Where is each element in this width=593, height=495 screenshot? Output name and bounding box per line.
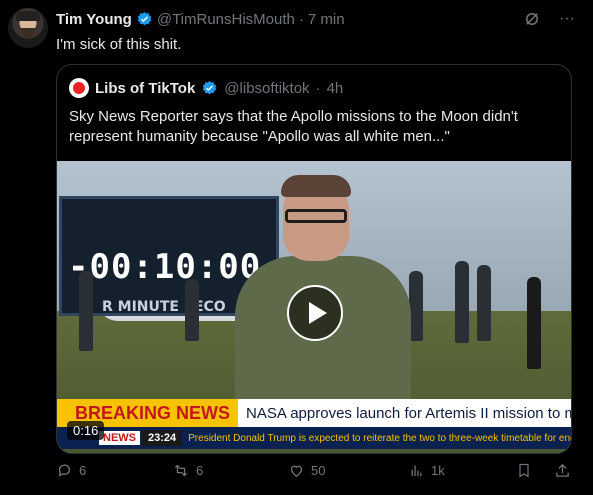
reply-icon <box>58 464 71 477</box>
repost-button[interactable]: 6 <box>172 462 203 479</box>
background-person <box>79 271 93 351</box>
more-icon[interactable]: ··· <box>559 10 575 28</box>
like-button[interactable]: 50 <box>288 462 325 479</box>
countdown-board-label: R MINUTE SECO <box>102 299 226 315</box>
bookmark-button[interactable] <box>516 462 532 479</box>
play-icon <box>308 302 327 324</box>
background-person <box>185 279 199 341</box>
tweet-top-icons: ··· <box>523 10 575 28</box>
separator-dot: · <box>298 10 304 28</box>
author-handle[interactable]: @TimRunsHisMouth <box>157 11 295 28</box>
verified-badge-icon <box>203 80 217 94</box>
separator-dot: · <box>315 79 321 97</box>
like-icon <box>290 465 303 477</box>
share-icon <box>556 463 569 477</box>
breaking-news-banner: BREAKING NEWS NASA approves launch for A… <box>57 399 572 427</box>
reporter-glasses <box>285 209 347 223</box>
tweet[interactable]: Tim Young @TimRunsHisMouth · 7 min ··· I… <box>0 0 593 495</box>
breaking-news-headline: NASA approves launch for Artemis II miss… <box>246 404 572 422</box>
reply-count: 6 <box>79 463 87 478</box>
author-name[interactable]: Tim Young <box>56 11 132 28</box>
background-person <box>409 271 423 341</box>
play-button[interactable] <box>287 285 343 341</box>
tweet-time[interactable]: 7 min <box>308 11 345 28</box>
news-ticker: NEWS 23:24 President Donald Trump is exp… <box>57 427 572 449</box>
quoted-author-name[interactable]: Libs of TikTok <box>95 80 195 97</box>
repost-count: 6 <box>196 463 204 478</box>
bookmark-icon <box>519 463 529 478</box>
quoted-author-avatar[interactable] <box>69 78 89 98</box>
verified-badge-icon <box>137 11 152 25</box>
background-person <box>527 277 541 369</box>
quoted-tweet[interactable]: Libs of TikTok @libsoftiktok · 4h Sky Ne… <box>56 64 572 454</box>
tweet-text: I'm sick of this shit. <box>56 36 182 53</box>
reply-button[interactable]: 6 <box>56 462 86 479</box>
views-button[interactable]: 1k <box>408 462 445 479</box>
quoted-tweet-header: Libs of TikTok @libsoftiktok · 4h <box>69 78 343 98</box>
reporter-hair <box>281 175 351 197</box>
like-count: 50 <box>311 463 326 478</box>
quoted-tweet-time[interactable]: 4h <box>327 80 344 97</box>
share-button[interactable] <box>554 462 571 479</box>
background-person <box>477 265 491 341</box>
video-player[interactable]: -00:10:00 R MINUTE SECO BREAKING NEWS NA… <box>57 161 572 453</box>
author-avatar[interactable] <box>8 8 48 48</box>
quoted-author-handle[interactable]: @libsoftiktok <box>224 80 309 97</box>
repost-icon <box>174 464 188 477</box>
video-duration: 0:16 <box>67 421 105 440</box>
views-count: 1k <box>431 463 445 478</box>
countdown-clock: -00:10:00 <box>68 247 262 287</box>
channel-logo: NEWS <box>99 431 140 445</box>
tweet-actions: 6 6 50 1k <box>56 462 580 486</box>
views-icon <box>411 465 422 477</box>
grok-icon[interactable] <box>523 10 541 28</box>
quoted-tweet-text: Sky News Reporter says that the Apollo m… <box>69 108 518 145</box>
ticker-text: President Donald Trump is expected to re… <box>188 432 572 444</box>
background-person <box>455 261 469 343</box>
tweet-header: Tim Young @TimRunsHisMouth · 7 min <box>56 9 345 29</box>
ticker-clock: 23:24 <box>142 430 183 446</box>
